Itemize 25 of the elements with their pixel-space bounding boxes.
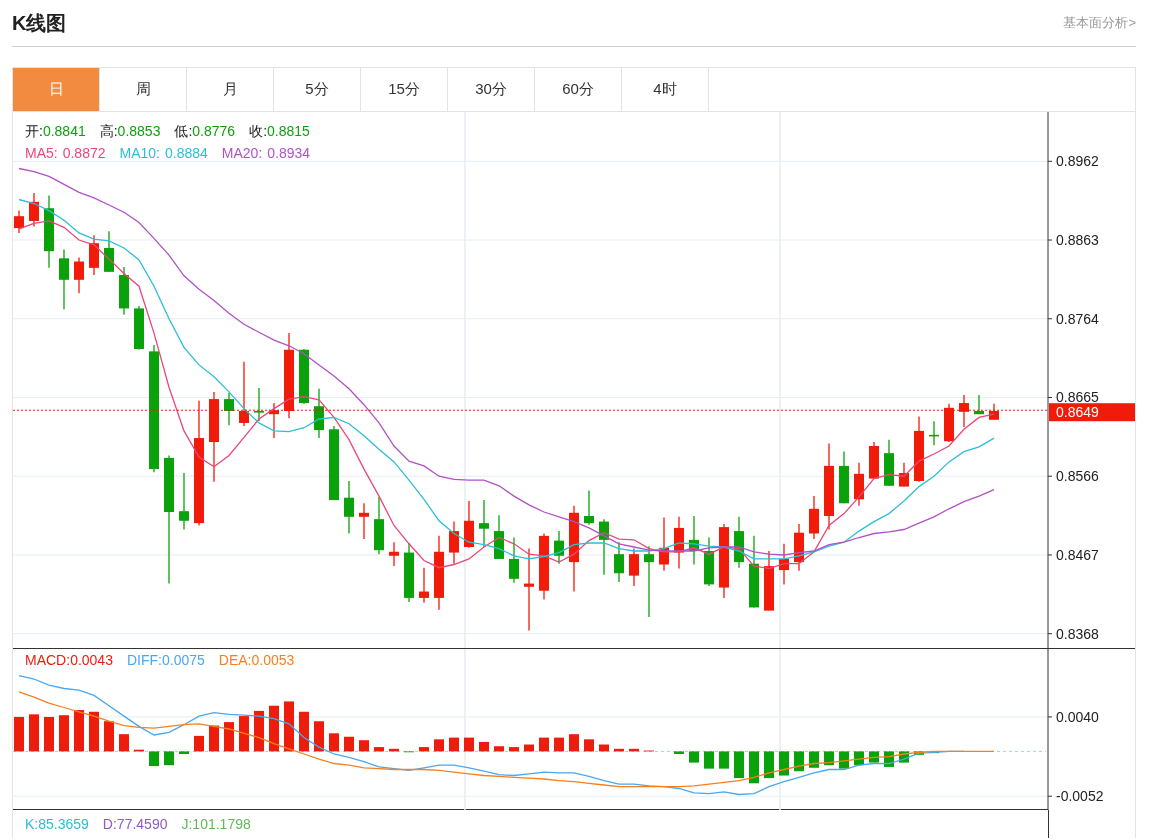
ref-line-label: 0.8649 xyxy=(1056,404,1100,421)
legend-item: DEA:0.0053 xyxy=(218,652,295,668)
legend-item: 开:0.8841 xyxy=(25,123,86,141)
legend-item: 高:0.8853 xyxy=(99,123,161,141)
axis-label: 0.8368 xyxy=(1056,625,1099,642)
legend-item: D:77.4590 xyxy=(102,816,168,832)
axis-label: -0.0052 xyxy=(1056,788,1104,805)
legend-item: 低:0.8776 xyxy=(174,123,236,141)
legend-item: J:101.1798 xyxy=(181,816,251,832)
axis-label: 0.8566 xyxy=(1056,468,1099,485)
axis-label: 0.8863 xyxy=(1056,232,1099,249)
legend-item: DIFF:0.0075 xyxy=(126,652,205,668)
legend-item: MA5: 0.8872 xyxy=(25,145,106,161)
axis-label: 0.8467 xyxy=(1056,546,1099,563)
axis-label: 0.8665 xyxy=(1056,389,1099,406)
legend-item: 收:0.8815 xyxy=(249,123,310,141)
legend-item: MACD:0.0043 xyxy=(25,652,113,668)
price-label: 0.8649 xyxy=(1049,403,1135,422)
axis-label: 0.8962 xyxy=(1056,153,1099,170)
axis-label: 0.0040 xyxy=(1056,708,1099,725)
legend-item: MA20: 0.8934 xyxy=(221,145,311,161)
axis-label: 0.8764 xyxy=(1056,310,1099,327)
legend-item: MA10: 0.8884 xyxy=(119,145,208,161)
page-title: K线图 xyxy=(12,10,67,36)
legend-item: K:85.3659 xyxy=(25,816,89,832)
